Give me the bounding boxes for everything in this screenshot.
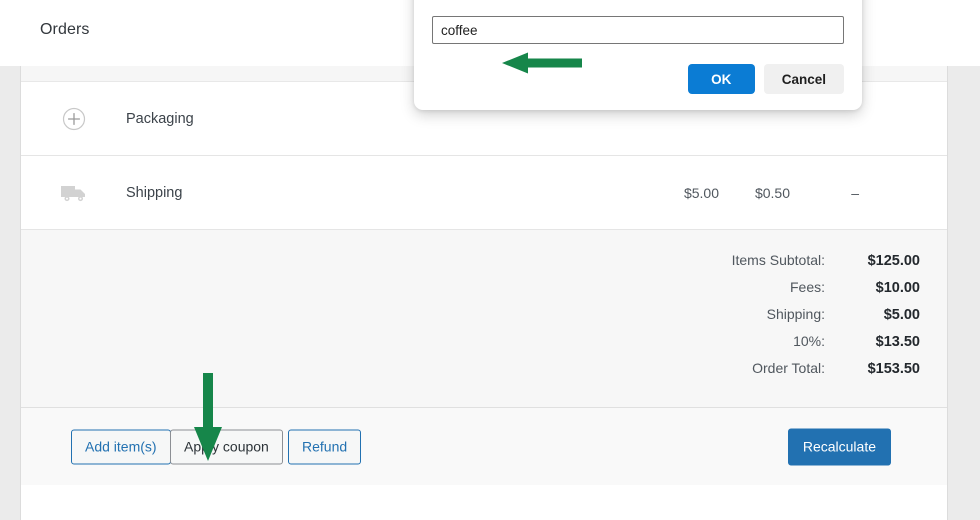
total-value: $5.00 [883, 307, 920, 323]
total-row-items-subtotal: Items Subtotal: $125.00 [21, 252, 947, 269]
total-row-fees: Fees: $10.00 [21, 279, 947, 296]
dialog-cancel-button[interactable]: Cancel [763, 64, 844, 94]
coupon-prompt-dialog: Enter a coupon code to apply. Discounts … [414, 0, 862, 110]
total-label: Fees: [789, 279, 825, 295]
total-row-shipping: Shipping: $5.00 [21, 306, 947, 323]
total-label: Items Subtotal: [731, 252, 825, 268]
item-total: – [851, 184, 859, 201]
plus-circle-icon[interactable] [59, 104, 89, 134]
total-value: $10.00 [875, 280, 920, 296]
truck-icon [59, 178, 89, 208]
total-value: $13.50 [875, 334, 920, 350]
page-title: Orders [40, 21, 90, 38]
dialog-message: Enter a coupon code to apply. Discounts … [432, 0, 832, 2]
apply-coupon-button[interactable]: Apply coupon [170, 429, 283, 464]
item-label: Packaging [126, 110, 194, 127]
total-label: 10%: [793, 333, 825, 349]
total-label: Shipping: [766, 306, 825, 322]
recalculate-button[interactable]: Recalculate [787, 428, 891, 465]
item-label: Shipping [126, 184, 183, 201]
table-row[interactable]: Shipping $5.00 $0.50 – [21, 156, 947, 230]
total-row-order-total: Order Total: $153.50 [21, 360, 947, 377]
page-body: Packaging Shipping $5.00 $0.50 – Items S… [0, 66, 980, 520]
total-row-tax: 10%: $13.50 [21, 333, 947, 350]
dialog-ok-button[interactable]: OK [687, 64, 755, 94]
dialog-button-row: OK Cancel [432, 64, 844, 94]
refund-button[interactable]: Refund [288, 429, 362, 464]
total-label: Order Total: [752, 360, 825, 376]
coupon-code-input[interactable] [432, 16, 844, 44]
add-items-button[interactable]: Add item(s) [71, 429, 171, 464]
total-value: $125.00 [867, 253, 920, 269]
item-tax: $0.50 [754, 184, 790, 201]
order-edit-screen: Orders Packaging Shipping $5.00 $0.50 – … [0, 0, 980, 520]
item-cost: $5.00 [683, 184, 719, 201]
total-value: $153.50 [867, 361, 920, 377]
order-actions-bar: Add item(s) Apply coupon Refund Recalcul… [21, 408, 947, 485]
order-totals: Items Subtotal: $125.00 Fees: $10.00 Shi… [21, 230, 947, 408]
order-items-panel: Packaging Shipping $5.00 $0.50 – Items S… [20, 66, 948, 520]
